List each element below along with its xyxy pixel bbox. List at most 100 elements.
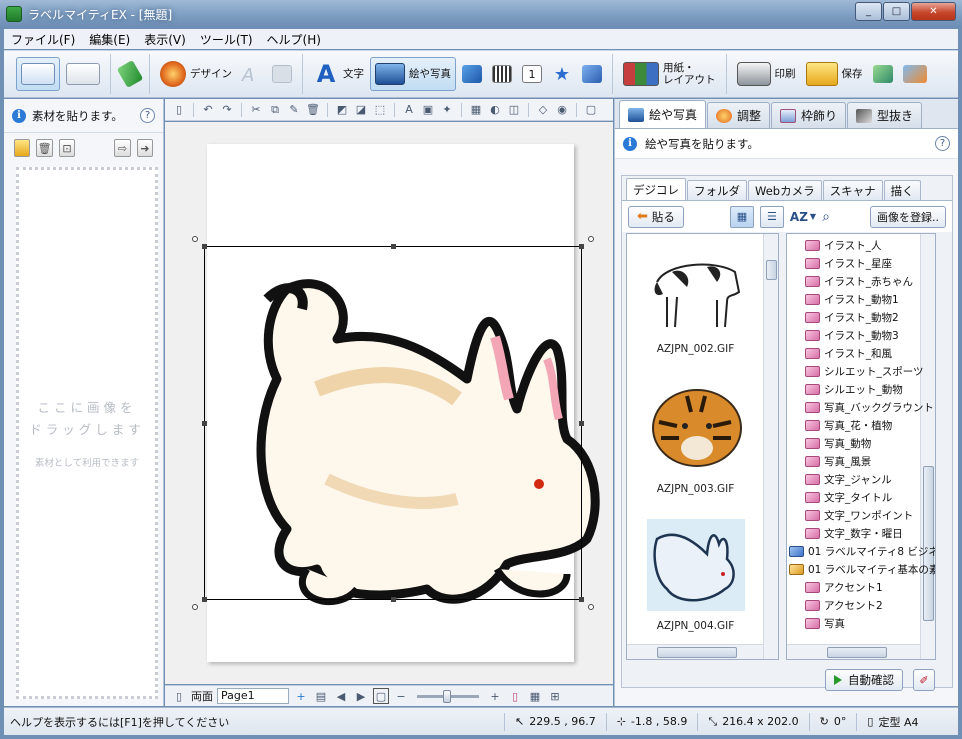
barcode-button[interactable] bbox=[488, 57, 516, 91]
open-folder-icon[interactable] bbox=[14, 139, 31, 157]
material-drop-zone[interactable]: ここに画像を ドラッグします 素材として利用できます bbox=[16, 167, 158, 699]
export-button[interactable] bbox=[869, 57, 897, 91]
thumbnail-item[interactable]: AZJPN_004.GIF bbox=[627, 519, 764, 632]
page-list-icon[interactable]: ▤ bbox=[313, 688, 329, 704]
tree-item[interactable]: 写真_動物 bbox=[805, 434, 871, 452]
zoom-in-icon[interactable]: + bbox=[487, 688, 503, 704]
tree-vertical-scrollbar[interactable] bbox=[920, 234, 935, 659]
scrollbar-thumb[interactable] bbox=[657, 647, 737, 658]
rotate-handle-sw[interactable] bbox=[192, 604, 198, 610]
selection-box[interactable] bbox=[192, 236, 594, 610]
number-button[interactable]: 1 bbox=[518, 57, 546, 91]
close-button[interactable]: ✕ bbox=[911, 2, 956, 21]
tab-photo[interactable]: 絵や写真 bbox=[619, 100, 707, 128]
tree-item[interactable]: 写真 bbox=[805, 614, 845, 632]
tab-cutout[interactable]: 型抜き bbox=[847, 102, 923, 128]
resize-handle-nw[interactable] bbox=[202, 244, 207, 249]
menu-view[interactable]: 表示(V) bbox=[137, 31, 193, 48]
subtab-digicolle[interactable]: デジコレ bbox=[626, 178, 686, 200]
menu-file[interactable]: ファイル(F) bbox=[4, 31, 82, 48]
record-icon[interactable]: ◉ bbox=[554, 102, 570, 118]
text-button[interactable]: A 文字 bbox=[309, 57, 368, 91]
tree-item[interactable]: イラスト_赤ちゃん bbox=[805, 272, 913, 290]
scrollbar-thumb[interactable] bbox=[827, 647, 887, 658]
multi-view-button[interactable] bbox=[62, 57, 104, 91]
menu-tools[interactable]: ツール(T) bbox=[193, 31, 260, 48]
tree-item[interactable]: アクセント2 bbox=[805, 596, 883, 614]
eraser-icon[interactable]: ◇ bbox=[535, 102, 551, 118]
trash-icon[interactable]: 🗑 bbox=[36, 139, 53, 157]
frame-button[interactable] bbox=[578, 57, 606, 91]
page-name-field[interactable]: Page1 bbox=[217, 688, 289, 704]
zoom-slider-knob[interactable] bbox=[443, 689, 451, 703]
canvas-area[interactable] bbox=[165, 122, 613, 684]
search-icon[interactable]: ⌕ bbox=[822, 209, 830, 225]
tree-item[interactable]: 文字_タイトル bbox=[805, 488, 892, 506]
menu-edit[interactable]: 編集(E) bbox=[82, 31, 137, 48]
tree-item[interactable]: イラスト_動物3 bbox=[805, 326, 899, 344]
photo-button[interactable]: 絵や写真 bbox=[370, 57, 456, 91]
delete-icon[interactable]: 🗑 bbox=[305, 102, 321, 118]
tree-item[interactable]: アクセント1 bbox=[805, 578, 883, 596]
scrollbar-thumb[interactable] bbox=[766, 260, 777, 280]
copy-icon[interactable]: ⧉ bbox=[267, 102, 283, 118]
subtab-webcam[interactable]: Webカメラ bbox=[748, 180, 822, 200]
tree-item[interactable]: 文字_数字・曜日 bbox=[805, 524, 903, 542]
maximize-button[interactable]: □ bbox=[883, 2, 910, 21]
bring-front-icon[interactable]: ◩ bbox=[334, 102, 350, 118]
rotate-handle-ne[interactable] bbox=[588, 236, 594, 242]
resize-handle-n[interactable] bbox=[391, 244, 396, 249]
image-edit-icon[interactable]: ▣ bbox=[420, 102, 436, 118]
send-back-icon[interactable]: ◪ bbox=[353, 102, 369, 118]
undo-icon[interactable]: ↶ bbox=[200, 102, 216, 118]
rotate-handle-se[interactable] bbox=[588, 604, 594, 610]
subtab-draw[interactable]: 描く bbox=[883, 180, 921, 200]
resize-handle-w[interactable] bbox=[202, 421, 207, 426]
resize-handle-sw[interactable] bbox=[202, 597, 207, 602]
subtab-scanner[interactable]: スキャナ bbox=[822, 180, 883, 200]
trim-icon[interactable]: ⬚ bbox=[372, 102, 388, 118]
font-icon[interactable]: A bbox=[401, 102, 417, 118]
stamp-button[interactable]: ★ bbox=[548, 57, 576, 91]
list-view-button[interactable]: ☰ bbox=[759, 205, 784, 228]
zoom-out-icon[interactable]: − bbox=[393, 688, 409, 704]
window-icon[interactable]: ▢ bbox=[583, 102, 599, 118]
brush-icon[interactable]: ✎ bbox=[286, 102, 302, 118]
tree-item[interactable]: 写真_風景 bbox=[805, 452, 871, 470]
redo-icon[interactable]: ↷ bbox=[219, 102, 235, 118]
thumbnail-item[interactable]: AZJPN_002.GIF bbox=[627, 242, 764, 355]
grid-view-icon[interactable]: ▦ bbox=[527, 688, 543, 704]
magic-icon[interactable]: ✦ bbox=[439, 102, 455, 118]
print-button[interactable]: 印刷 bbox=[733, 57, 800, 91]
thumbnail-vertical-scrollbar[interactable] bbox=[763, 234, 778, 659]
minimize-button[interactable]: _ bbox=[855, 2, 882, 21]
thumbnail-horizontal-scrollbar[interactable] bbox=[627, 644, 763, 659]
zoom-slider[interactable] bbox=[417, 689, 479, 703]
tree-item[interactable]: 写真_花・植物 bbox=[805, 416, 892, 434]
rotate-handle-nw[interactable] bbox=[192, 236, 198, 242]
single-view-button[interactable] bbox=[16, 57, 60, 91]
subtab-folder[interactable]: フォルダ bbox=[687, 180, 747, 200]
layer-button[interactable] bbox=[268, 57, 296, 91]
menu-help[interactable]: ヘルプ(H) bbox=[260, 31, 328, 48]
panel-toggle-icon[interactable]: ▯ bbox=[171, 102, 187, 118]
color-page-icon[interactable]: ▯ bbox=[507, 688, 523, 704]
tree-item[interactable]: 文字_ワンポイント bbox=[805, 506, 913, 524]
save-button[interactable]: 保存 bbox=[802, 57, 867, 91]
shape-button[interactable] bbox=[458, 57, 486, 91]
label-button[interactable] bbox=[116, 57, 144, 91]
tree-item[interactable]: イラスト_動物1 bbox=[805, 290, 899, 308]
resize-handle-se[interactable] bbox=[579, 597, 584, 602]
fill-icon[interactable]: ◐ bbox=[487, 102, 503, 118]
thumbnail-list[interactable]: AZJPN_002.GIF AZJPN_003.GIF AZJPN_004.GI… bbox=[626, 233, 779, 660]
thumbnail-item[interactable]: AZJPN_003.GIF bbox=[627, 382, 764, 495]
tab-adjust[interactable]: 調整 bbox=[707, 102, 771, 128]
sort-dropdown[interactable]: AZ ▼ bbox=[790, 210, 816, 224]
cut-icon[interactable]: ✂ bbox=[248, 102, 264, 118]
delivery-button[interactable] bbox=[899, 57, 931, 91]
tree-item[interactable]: イラスト_人 bbox=[805, 236, 882, 254]
fit-page-icon[interactable]: ▢ bbox=[373, 688, 389, 704]
resize-handle-e[interactable] bbox=[579, 421, 584, 426]
register-image-button[interactable]: 画像を登録.. bbox=[870, 205, 946, 228]
tab-frame[interactable]: 枠飾り bbox=[771, 102, 847, 128]
